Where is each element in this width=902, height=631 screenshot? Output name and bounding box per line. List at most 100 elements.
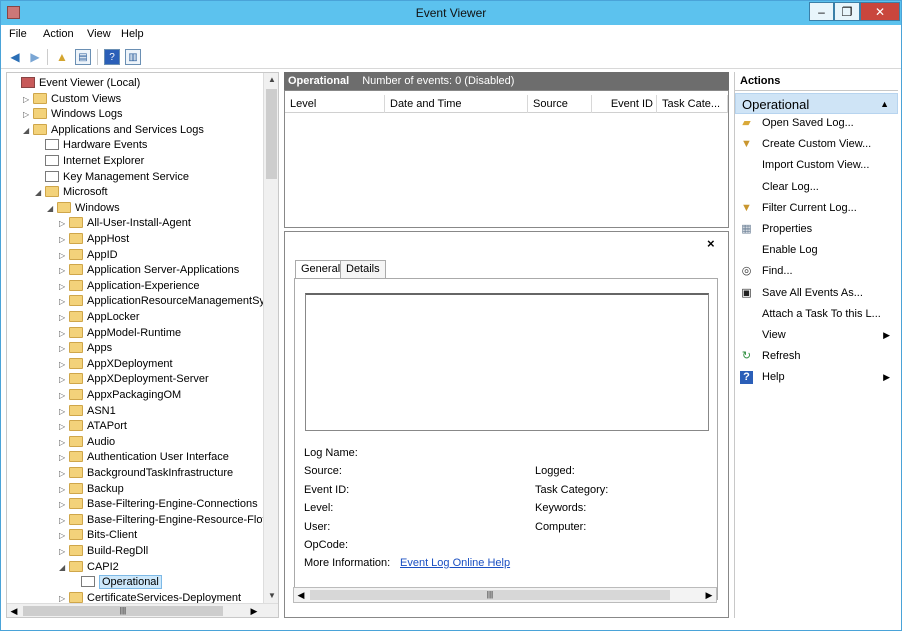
menu-file[interactable]: File <box>9 28 27 40</box>
tree-item[interactable]: ▷ AppXDeployment-Server <box>59 371 209 387</box>
tree-item[interactable]: ▷ Custom Views <box>23 91 121 107</box>
tree-item[interactable]: Event Viewer (Local) <box>11 75 140 91</box>
forward-arrow-icon[interactable]: ▶ <box>27 49 43 65</box>
show-hide-action-pane-icon[interactable]: ▥ <box>125 49 141 65</box>
expand-arrow-icon[interactable]: ▷ <box>59 450 69 466</box>
show-hide-tree-icon[interactable]: ▤ <box>75 49 91 65</box>
tree-vertical-scrollbar[interactable]: ▲ ▼ <box>263 73 278 603</box>
expand-arrow-icon[interactable]: ▷ <box>59 388 69 404</box>
action-enable-log[interactable]: Enable Log <box>735 240 898 260</box>
collapse-caret-icon[interactable]: ▲ <box>880 94 889 115</box>
expand-arrow-icon[interactable]: ▷ <box>59 482 69 498</box>
action-import-custom-view[interactable]: Import Custom View... <box>735 155 898 175</box>
actions-section-operational[interactable]: Operational ▲ <box>735 93 898 114</box>
tree-item[interactable]: ▷ ASN1 <box>59 403 116 419</box>
tree-item[interactable]: ◢ Windows <box>47 200 120 216</box>
tree-item[interactable]: ▷ BackgroundTaskInfrastructure <box>59 465 233 481</box>
tree-item[interactable]: ▷ Apps <box>59 340 112 356</box>
detail-horizontal-scrollbar[interactable]: ◀ ||| ▶ <box>293 587 717 603</box>
expand-arrow-icon[interactable]: ▷ <box>59 497 69 513</box>
maximize-button[interactable]: ❐ <box>834 2 860 21</box>
expand-arrow-icon[interactable]: ▷ <box>59 513 69 529</box>
tree-item[interactable]: ▷ ATAPort <box>59 418 127 434</box>
tree-item[interactable]: ▷ Authentication User Interface <box>59 449 229 465</box>
action-open-saved-log[interactable]: ▰ Open Saved Log... <box>735 113 898 133</box>
collapse-arrow-icon[interactable]: ◢ <box>59 560 69 576</box>
event-description-box[interactable] <box>305 293 709 431</box>
scroll-left-arrow-icon[interactable]: ◀ <box>7 604 21 617</box>
tree-item[interactable]: ▷ Base-Filtering-Engine-Resource-Flov <box>59 512 268 528</box>
tree-item[interactable]: Hardware Events <box>35 137 147 153</box>
tree-item[interactable]: ▷ Audio <box>59 434 115 450</box>
action-save-all-events-as[interactable]: ▣ Save All Events As... <box>735 283 898 303</box>
collapse-arrow-icon[interactable]: ◢ <box>47 201 57 217</box>
help-icon[interactable]: ? <box>104 49 120 65</box>
scroll-thumb[interactable]: ||| <box>23 606 223 616</box>
tree-item[interactable]: ▷ All-User-Install-Agent <box>59 215 191 231</box>
tree-item[interactable]: ▷ Bits-Client <box>59 527 137 543</box>
close-detail-icon[interactable]: × <box>707 236 715 251</box>
action-refresh[interactable]: ↻ Refresh <box>735 346 898 366</box>
column-event-id[interactable]: Event ID <box>592 95 657 113</box>
tree-item[interactable]: ▷ Build-RegDll <box>59 543 148 559</box>
expand-arrow-icon[interactable]: ▷ <box>59 372 69 388</box>
expand-arrow-icon[interactable]: ▷ <box>59 357 69 373</box>
tree-item[interactable]: ▷ Windows Logs <box>23 106 123 122</box>
tree-item[interactable]: ◢ CAPI2 <box>59 559 119 575</box>
tree-item[interactable]: ◢ Applications and Services Logs <box>23 122 204 138</box>
action-find[interactable]: ◎ Find... <box>735 261 898 281</box>
expand-arrow-icon[interactable]: ▷ <box>59 232 69 248</box>
close-button[interactable]: ✕ <box>860 2 900 21</box>
action-filter-current-log[interactable]: ▼ Filter Current Log... <box>735 198 898 218</box>
up-folder-icon[interactable]: ▲ <box>54 49 70 65</box>
tree-item[interactable]: ▷ Base-Filtering-Engine-Connections <box>59 496 258 512</box>
tab-general[interactable]: General <box>295 260 347 279</box>
tree-item[interactable]: ▷ AppID <box>59 247 118 263</box>
column-source[interactable]: Source <box>528 95 592 113</box>
expand-arrow-icon[interactable]: ▷ <box>59 294 69 310</box>
tree-item[interactable]: Internet Explorer <box>35 153 144 169</box>
action-properties[interactable]: ▦ Properties <box>735 219 898 239</box>
expand-arrow-icon[interactable]: ▷ <box>23 107 33 123</box>
tree-item[interactable]: ◢ Microsoft <box>35 184 108 200</box>
tree-horizontal-scrollbar[interactable]: ◀ ||| ▶ <box>7 603 278 617</box>
event-log-online-help-link[interactable]: Event Log Online Help <box>400 557 510 569</box>
collapse-arrow-icon[interactable]: ◢ <box>35 185 45 201</box>
expand-arrow-icon[interactable]: ▷ <box>59 435 69 451</box>
expand-arrow-icon[interactable]: ▷ <box>59 404 69 420</box>
expand-arrow-icon[interactable]: ▷ <box>59 466 69 482</box>
menu-help[interactable]: Help <box>121 28 144 40</box>
expand-arrow-icon[interactable]: ▷ <box>59 544 69 560</box>
tree-item[interactable]: ▷ AppxPackagingOM <box>59 387 181 403</box>
scroll-up-arrow-icon[interactable]: ▲ <box>264 73 278 87</box>
tree-item[interactable]: ▷ AppHost <box>59 231 129 247</box>
console-tree[interactable]: Event Viewer (Local) ▷ Custom Views ▷ Window… <box>6 72 279 618</box>
tree-item[interactable]: Key Management Service <box>35 169 189 185</box>
expand-arrow-icon[interactable]: ▷ <box>59 528 69 544</box>
column-task-category[interactable]: Task Cate... <box>657 95 728 113</box>
minimize-button[interactable]: – <box>809 2 834 21</box>
expand-arrow-icon[interactable]: ▷ <box>59 248 69 264</box>
expand-arrow-icon[interactable]: ▷ <box>59 216 69 232</box>
expand-arrow-icon[interactable]: ▷ <box>59 326 69 342</box>
scroll-thumb[interactable] <box>266 89 277 179</box>
action-create-custom-view[interactable]: ▼ Create Custom View... <box>735 134 898 154</box>
tree-item[interactable]: ▷ AppXDeployment <box>59 356 173 372</box>
scroll-right-arrow-icon[interactable]: ▶ <box>702 588 716 602</box>
action-clear-log[interactable]: Clear Log... <box>735 177 898 197</box>
column-level[interactable]: Level <box>285 95 385 113</box>
tree-item[interactable]: ▷ Application-Experience <box>59 278 200 294</box>
events-grid[interactable]: Level Date and Time Source Event ID Task… <box>284 90 729 228</box>
action-attach-a-task-to-this-l[interactable]: Attach a Task To this L... <box>735 304 898 324</box>
collapse-arrow-icon[interactable]: ◢ <box>23 123 33 139</box>
back-arrow-icon[interactable]: ◀ <box>7 49 23 65</box>
tree-item[interactable]: ▷ Backup <box>59 481 124 497</box>
expand-arrow-icon[interactable]: ▷ <box>59 341 69 357</box>
scroll-thumb[interactable]: ||| <box>310 590 670 600</box>
tree-item[interactable]: ▷ AppLocker <box>59 309 140 325</box>
column-date-time[interactable]: Date and Time <box>385 95 528 113</box>
tree-item[interactable]: ▷ ApplicationResourceManagementSy <box>59 293 265 309</box>
action-help[interactable]: ? Help ▶ <box>735 367 898 387</box>
scroll-left-arrow-icon[interactable]: ◀ <box>294 588 308 602</box>
action-view[interactable]: View ▶ <box>735 325 898 345</box>
